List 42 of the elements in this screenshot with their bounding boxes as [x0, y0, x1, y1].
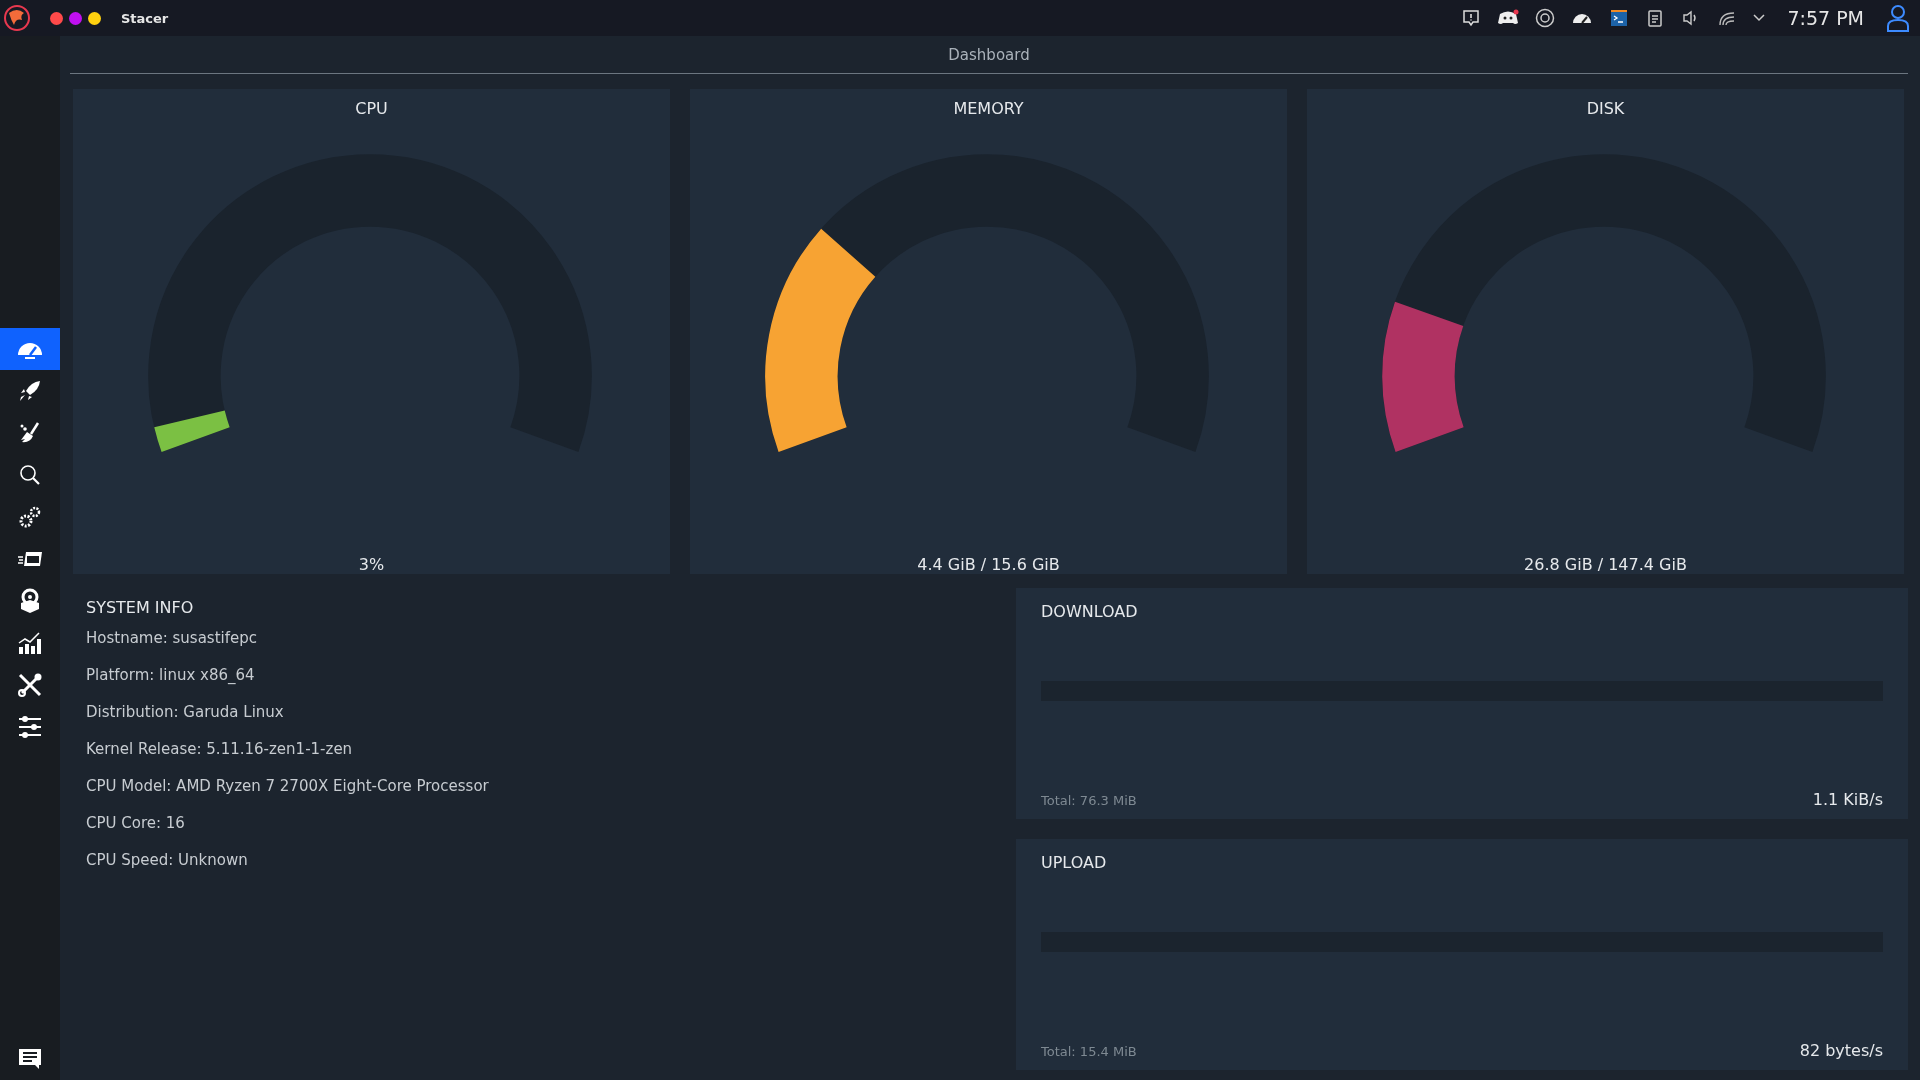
network-title: DOWNLOAD — [1041, 602, 1139, 621]
speed-label: 1.1 KiB/s — [1812, 790, 1883, 809]
gauge-reading: 26.8 GiB / 147.4 GiB — [1524, 555, 1687, 574]
gauge-title: MEMORY — [953, 99, 1024, 118]
gauge-reading: 3% — [358, 555, 385, 574]
search-icon — [18, 463, 42, 487]
info-line: Kernel Release: 5.11.16-zen1-1-zen — [86, 740, 354, 760]
gauge-reading: 4.4 GiB / 15.6 GiB — [917, 555, 1060, 574]
page-title: Dashboard — [948, 45, 1030, 64]
info-line: Distribution: Garuda Linux — [86, 703, 285, 723]
terminal-icon[interactable] — [1609, 8, 1630, 28]
chevron-down-icon[interactable] — [1753, 14, 1766, 22]
dragon-logo-icon[interactable] — [2, 3, 32, 33]
info-line: CPU Core: 16 — [86, 814, 186, 834]
recorder-icon[interactable] — [1535, 8, 1556, 28]
info-line: CPU Speed: Unknown — [86, 851, 249, 871]
speed-label: 82 bytes/s — [1799, 1041, 1883, 1060]
network-title: UPLOAD — [1041, 853, 1108, 872]
gauge-title: CPU — [355, 99, 388, 118]
minimize-button[interactable] — [88, 11, 101, 25]
window-title: Stacer — [121, 10, 169, 26]
user-icon[interactable] — [1886, 3, 1910, 33]
info-line: CPU Model: AMD Ryzen 7 2700X Eight-Core Processor — [86, 777, 490, 797]
section-title: SYSTEM INFO — [86, 598, 195, 617]
broom-icon — [18, 421, 42, 445]
package-disc-icon — [18, 588, 42, 614]
sliders-icon — [17, 715, 43, 739]
total-label: Total: 15.4 MiB — [1041, 1044, 1137, 1059]
info-line: Platform: linux x86_64 — [86, 666, 256, 686]
bar-chart-icon — [17, 631, 43, 655]
rocket-icon — [18, 379, 42, 403]
maximize-button[interactable] — [69, 11, 82, 25]
gears-icon — [18, 505, 42, 529]
gauge-title: DISK — [1586, 99, 1625, 118]
clock[interactable]: 7:57 PM — [1787, 7, 1864, 29]
notification-icon[interactable] — [1461, 8, 1482, 28]
window-icon — [17, 549, 43, 569]
wrench-screwdriver-icon — [17, 672, 43, 698]
close-button[interactable] — [50, 11, 63, 25]
info-line: Hostname: susastifepc — [86, 629, 258, 649]
total-label: Total: 76.3 MiB — [1041, 793, 1137, 808]
chat-icon[interactable] — [18, 1048, 42, 1070]
